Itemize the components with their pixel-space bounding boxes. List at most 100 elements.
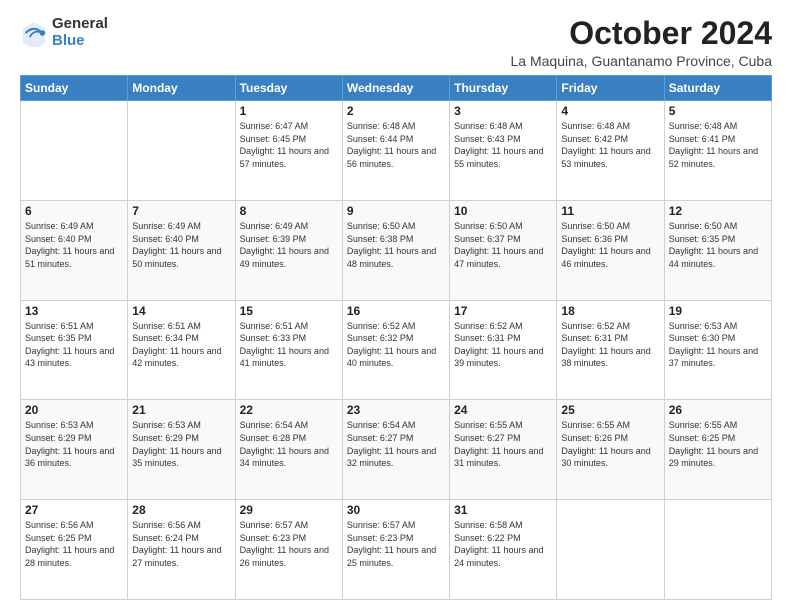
table-row: 7 Sunrise: 6:49 AM Sunset: 6:40 PM Daylig… [128, 200, 235, 300]
cell-info: Sunrise: 6:57 AM Sunset: 6:23 PM Dayligh… [347, 519, 445, 569]
cell-info: Sunrise: 6:52 AM Sunset: 6:31 PM Dayligh… [454, 320, 552, 370]
calendar-week-2: 6 Sunrise: 6:49 AM Sunset: 6:40 PM Daylig… [21, 200, 772, 300]
day-number: 2 [347, 104, 445, 118]
day-number: 11 [561, 204, 659, 218]
cell-info: Sunrise: 6:49 AM Sunset: 6:40 PM Dayligh… [25, 220, 123, 270]
cell-info: Sunrise: 6:47 AM Sunset: 6:45 PM Dayligh… [240, 120, 338, 170]
cell-info: Sunrise: 6:50 AM Sunset: 6:36 PM Dayligh… [561, 220, 659, 270]
table-row: 21Sunrise: 6:53 AM Sunset: 6:29 PM Dayli… [128, 400, 235, 500]
table-row [557, 500, 664, 600]
day-number: 26 [669, 403, 767, 417]
cell-info: Sunrise: 6:54 AM Sunset: 6:27 PM Dayligh… [347, 419, 445, 469]
day-number: 3 [454, 104, 552, 118]
title-block: October 2024 La Maquina, Guantanamo Prov… [511, 16, 773, 69]
cell-info: Sunrise: 6:53 AM Sunset: 6:29 PM Dayligh… [25, 419, 123, 469]
header: General Blue October 2024 La Maquina, Gu… [20, 16, 772, 69]
col-sunday: Sunday [21, 76, 128, 101]
table-row: 27Sunrise: 6:56 AM Sunset: 6:25 PM Dayli… [21, 500, 128, 600]
day-number: 13 [25, 304, 123, 318]
cell-info: Sunrise: 6:50 AM Sunset: 6:37 PM Dayligh… [454, 220, 552, 270]
day-number: 16 [347, 304, 445, 318]
day-number: 24 [454, 403, 552, 417]
table-row [21, 101, 128, 201]
calendar-header-row: Sunday Monday Tuesday Wednesday Thursday… [21, 76, 772, 101]
cell-info: Sunrise: 6:58 AM Sunset: 6:22 PM Dayligh… [454, 519, 552, 569]
table-row: 14Sunrise: 6:51 AM Sunset: 6:34 PM Dayli… [128, 300, 235, 400]
calendar-table: Sunday Monday Tuesday Wednesday Thursday… [20, 75, 772, 600]
table-row: 5Sunrise: 6:48 AM Sunset: 6:41 PM Daylig… [664, 101, 771, 201]
day-number: 20 [25, 403, 123, 417]
cell-info: Sunrise: 6:52 AM Sunset: 6:31 PM Dayligh… [561, 320, 659, 370]
day-number: 15 [240, 304, 338, 318]
day-number: 30 [347, 503, 445, 517]
page: General Blue October 2024 La Maquina, Gu… [0, 0, 792, 612]
table-row: 6 Sunrise: 6:49 AM Sunset: 6:40 PM Daylig… [21, 200, 128, 300]
cell-info: Sunrise: 6:48 AM Sunset: 6:44 PM Dayligh… [347, 120, 445, 170]
day-number: 31 [454, 503, 552, 517]
table-row: 4 Sunrise: 6:48 AM Sunset: 6:42 PM Daylig… [557, 101, 664, 201]
month-year-title: October 2024 [511, 16, 773, 51]
col-wednesday: Wednesday [342, 76, 449, 101]
logo-text: General Blue [52, 16, 108, 49]
day-number: 4 [561, 104, 659, 118]
location-subtitle: La Maquina, Guantanamo Province, Cuba [511, 53, 773, 69]
table-row: 20 Sunrise: 6:53 AM Sunset: 6:29 PM Dayli… [21, 400, 128, 500]
cell-info: Sunrise: 6:50 AM Sunset: 6:35 PM Dayligh… [669, 220, 767, 270]
table-row: 2 Sunrise: 6:48 AM Sunset: 6:44 PM Daylig… [342, 101, 449, 201]
col-thursday: Thursday [450, 76, 557, 101]
day-number: 5 [669, 104, 767, 118]
table-row: 3 Sunrise: 6:48 AM Sunset: 6:43 PM Daylig… [450, 101, 557, 201]
day-number: 22 [240, 403, 338, 417]
table-row: 11 Sunrise: 6:50 AM Sunset: 6:36 PM Dayli… [557, 200, 664, 300]
day-number: 18 [561, 304, 659, 318]
cell-info: Sunrise: 6:49 AM Sunset: 6:39 PM Dayligh… [240, 220, 338, 270]
cell-info: Sunrise: 6:48 AM Sunset: 6:42 PM Dayligh… [561, 120, 659, 170]
table-row: 8 Sunrise: 6:49 AM Sunset: 6:39 PM Daylig… [235, 200, 342, 300]
table-row: 28 Sunrise: 6:56 AM Sunset: 6:24 PM Dayli… [128, 500, 235, 600]
table-row: 26 Sunrise: 6:55 AM Sunset: 6:25 PM Dayli… [664, 400, 771, 500]
day-number: 1 [240, 104, 338, 118]
day-number: 6 [25, 204, 123, 218]
table-row: 25Sunrise: 6:55 AM Sunset: 6:26 PM Dayli… [557, 400, 664, 500]
cell-info: Sunrise: 6:49 AM Sunset: 6:40 PM Dayligh… [132, 220, 230, 270]
table-row: 29Sunrise: 6:57 AM Sunset: 6:23 PM Dayli… [235, 500, 342, 600]
col-monday: Monday [128, 76, 235, 101]
table-row: 23 Sunrise: 6:54 AM Sunset: 6:27 PM Dayli… [342, 400, 449, 500]
day-number: 9 [347, 204, 445, 218]
cell-info: Sunrise: 6:54 AM Sunset: 6:28 PM Dayligh… [240, 419, 338, 469]
table-row: 16 Sunrise: 6:52 AM Sunset: 6:32 PM Dayli… [342, 300, 449, 400]
cell-info: Sunrise: 6:56 AM Sunset: 6:24 PM Dayligh… [132, 519, 230, 569]
cell-info: Sunrise: 6:57 AM Sunset: 6:23 PM Dayligh… [240, 519, 338, 569]
calendar-week-4: 20 Sunrise: 6:53 AM Sunset: 6:29 PM Dayli… [21, 400, 772, 500]
table-row: 1 Sunrise: 6:47 AM Sunset: 6:45 PM Daylig… [235, 101, 342, 201]
table-row: 12 Sunrise: 6:50 AM Sunset: 6:35 PM Dayli… [664, 200, 771, 300]
cell-info: Sunrise: 6:50 AM Sunset: 6:38 PM Dayligh… [347, 220, 445, 270]
cell-info: Sunrise: 6:51 AM Sunset: 6:34 PM Dayligh… [132, 320, 230, 370]
cell-info: Sunrise: 6:55 AM Sunset: 6:27 PM Dayligh… [454, 419, 552, 469]
cell-info: Sunrise: 6:55 AM Sunset: 6:25 PM Dayligh… [669, 419, 767, 469]
table-row: 10 Sunrise: 6:50 AM Sunset: 6:37 PM Dayli… [450, 200, 557, 300]
logo-general-text: General [52, 16, 108, 33]
day-number: 12 [669, 204, 767, 218]
day-number: 8 [240, 204, 338, 218]
logo: General Blue [20, 16, 108, 49]
day-number: 7 [132, 204, 230, 218]
table-row: 31 Sunrise: 6:58 AM Sunset: 6:22 PM Dayli… [450, 500, 557, 600]
cell-info: Sunrise: 6:52 AM Sunset: 6:32 PM Dayligh… [347, 320, 445, 370]
day-number: 10 [454, 204, 552, 218]
col-saturday: Saturday [664, 76, 771, 101]
table-row [128, 101, 235, 201]
table-row: 13 Sunrise: 6:51 AM Sunset: 6:35 PM Dayli… [21, 300, 128, 400]
day-number: 27 [25, 503, 123, 517]
table-row: 18 Sunrise: 6:52 AM Sunset: 6:31 PM Dayli… [557, 300, 664, 400]
cell-info: Sunrise: 6:53 AM Sunset: 6:30 PM Dayligh… [669, 320, 767, 370]
day-number: 23 [347, 403, 445, 417]
day-number: 28 [132, 503, 230, 517]
day-number: 21 [132, 403, 230, 417]
cell-info: Sunrise: 6:51 AM Sunset: 6:35 PM Dayligh… [25, 320, 123, 370]
cell-info: Sunrise: 6:48 AM Sunset: 6:43 PM Dayligh… [454, 120, 552, 170]
table-row [664, 500, 771, 600]
col-tuesday: Tuesday [235, 76, 342, 101]
table-row: 30 Sunrise: 6:57 AM Sunset: 6:23 PM Dayli… [342, 500, 449, 600]
table-row: 24 Sunrise: 6:55 AM Sunset: 6:27 PM Dayli… [450, 400, 557, 500]
